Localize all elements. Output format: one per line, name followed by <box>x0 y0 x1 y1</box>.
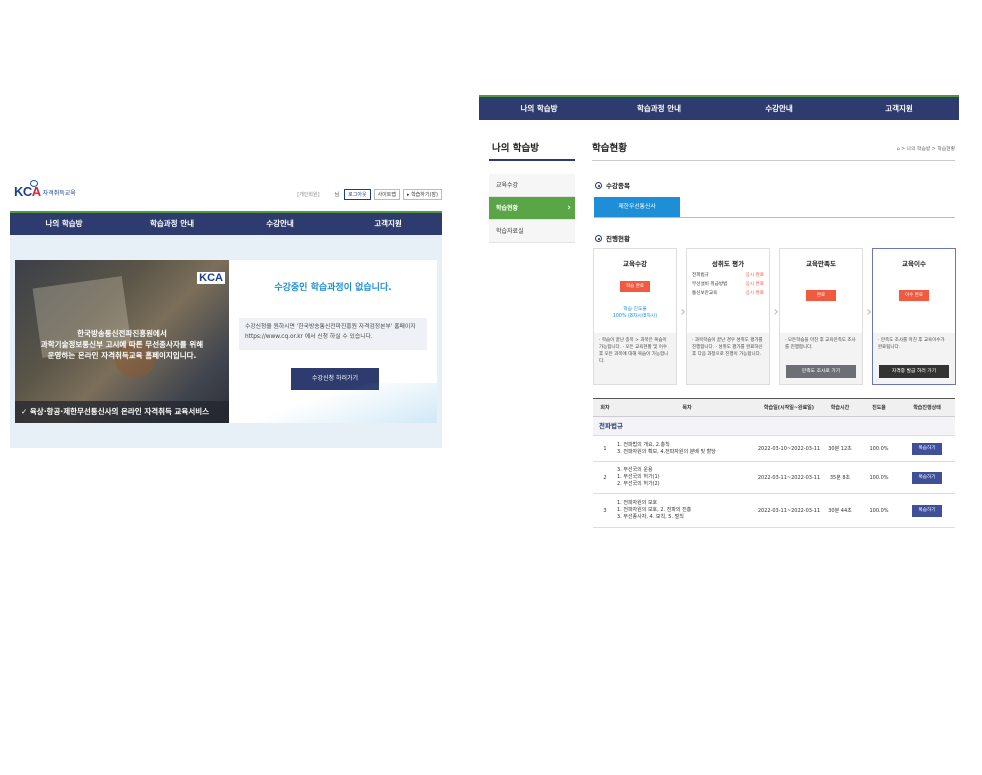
step-notes: · 만족도 조사를 마친 후 교육이수가 완료됩니다. 자격증 발급 하러 가기 <box>873 333 955 384</box>
step-title: 교육이수 <box>902 260 926 268</box>
review-button[interactable]: 복습하기 <box>912 471 942 484</box>
section-course: 수강종목 <box>595 180 630 190</box>
logo-subtitle: 자격취득교육 <box>42 190 76 197</box>
breadcrumb[interactable]: ⌂ > 나의 학습방 > 학습현황 <box>897 145 955 152</box>
nav-course-guide[interactable]: 학습과정 안내 <box>118 213 226 235</box>
title-divider <box>592 160 955 161</box>
sidebar-item-materials[interactable]: 학습자료실 <box>489 220 575 243</box>
evaluation-list: 전파법규 응시 완료 무선설비 취급방법 응시 완료 통신보안교육 응시 완료 <box>692 273 764 296</box>
sitemap-button[interactable]: 사이트맵 <box>373 189 400 200</box>
my-study-button[interactable]: ▸ 학습하기(잠) <box>402 189 442 200</box>
nav-my-study[interactable]: 나의 학습방 <box>479 97 599 120</box>
left-screenshot: KCA 자격취득교육 [개인회원] 님 로그아웃 사이트맵 ▸ 학습하기(잠) … <box>10 177 442 448</box>
decorative-wave <box>229 383 437 423</box>
banner-service-bar: ✓ 육상·항공·제한무선통신사의 온라인 자격취득 교육서비스 <box>15 401 229 423</box>
section-progress: 진행현황 <box>595 233 630 243</box>
step-completion: 교육이수 이수 완료 · 만족도 조사를 마친 후 교육이수가 완료됩니다. 자… <box>872 248 956 385</box>
greeting: 님 <box>334 192 340 198</box>
left-main-nav: 나의 학습방 학습과정 안내 수강안내 고객지원 <box>10 211 442 235</box>
nav-enroll-guide[interactable]: 수강안내 <box>719 97 839 120</box>
course-divider <box>594 217 955 218</box>
nav-course-guide[interactable]: 학습과정 안내 <box>599 97 719 120</box>
review-button[interactable]: 복습하기 <box>912 504 942 517</box>
banner-kca-logo: KCA <box>197 272 225 284</box>
logo-emblem-icon <box>30 180 38 187</box>
status-badge: 완료 <box>806 290 836 301</box>
table-row: 2 3. 무선국의 운용 1. 무선국의 허가(1) 2. 무선국의 허가(2)… <box>593 462 955 494</box>
banner-text: 한국방송통신전파진흥원에서 과학기술정보통신부 고시에 따른 무선종사자를 위해… <box>40 329 204 360</box>
right-main-nav: 나의 학습방 학습과정 안내 수강안내 고객지원 <box>479 95 959 120</box>
sidebar-item-course[interactable]: 교육수강 <box>489 174 575 197</box>
enroll-info-text: 수강신청을 원하시면 '한국방송통신전파진흥원 자격검정본부' 홈페이지 htt… <box>239 318 427 350</box>
table-header: 회차 목차 학습일(시작일~완료일) 학습시간 진도율 학습진행상태 <box>593 398 955 417</box>
left-main-area: KCA 한국방송통신전파진흥원에서 과학기술정보통신부 고시에 따른 무선종사자… <box>10 235 442 448</box>
nav-support[interactable]: 고객지원 <box>334 213 442 235</box>
progress-rate: 학습 진도율 100% (8차시/8차시) <box>612 307 658 319</box>
bullet-circle-icon <box>595 235 602 242</box>
table-row: 1 1. 전파법의 개요, 2.총칙 3. 전파자원의 확보, 4.전파자원의 … <box>593 436 955 462</box>
step-notes: · 모든학습을 마친 후 교육만족도 조사를 진행합니다. 만족도 조사로 가기 <box>780 333 862 384</box>
nav-my-study[interactable]: 나의 학습방 <box>10 213 118 235</box>
step-title: 교육만족도 <box>806 260 836 268</box>
table-group-title: 전파법규 <box>593 417 955 436</box>
step-title: 성취도 평가 <box>711 260 745 268</box>
step-evaluation: 성취도 평가 전파법규 응시 완료 무선설비 취급방법 응시 완료 통신보안교육 응시… <box>686 248 770 385</box>
banner-image: KCA 한국방송통신전파진흥원에서 과학기술정보통신부 고시에 따른 무선종사자… <box>15 260 229 423</box>
bullet-circle-icon <box>595 182 602 189</box>
progress-steps: 교육수강 학습 완료 학습 진도율 100% (8차시/8차시) · 학습이 끝… <box>593 248 956 385</box>
member-type: [개인회원] <box>297 192 320 198</box>
survey-button[interactable]: 만족도 조사로 가기 <box>786 365 856 378</box>
review-button[interactable]: 복습하기 <box>912 442 942 455</box>
course-tab[interactable]: 제한무선통신사 <box>594 197 680 217</box>
step-course: 교육수강 학습 완료 학습 진도율 100% (8차시/8차시) · 학습이 끝… <box>593 248 677 385</box>
certificate-button[interactable]: 자격증 발급 하러 가기 <box>879 365 949 378</box>
step-title: 교육수강 <box>623 260 647 268</box>
lesson-contents: 1. 전파법의 개요, 2.총칙 3. 전파자원의 확보, 4.전파자원의 분배… <box>617 441 716 455</box>
step-satisfaction: 교육만족도 완료 · 모든학습을 마친 후 교육만족도 조사를 진행합니다. 만… <box>779 248 863 385</box>
nav-enroll-guide[interactable]: 수강안내 <box>226 213 334 235</box>
table-row: 3 1. 전파자원의 보호 1. 전파자원의 보호, 2. 전파의 진흥 3. … <box>593 494 955 528</box>
sidebar-divider <box>489 159 575 161</box>
logout-button[interactable]: 로그아웃 <box>344 189 371 200</box>
lesson-contents: 1. 전파자원의 보호 1. 전파자원의 보호, 2. 전파의 진흥 3. 무선… <box>617 500 692 520</box>
lesson-table: 회차 목차 학습일(시작일~완료일) 학습시간 진도율 학습진행상태 전파법규 … <box>593 398 955 528</box>
kca-logo[interactable]: KCA 자격취득교육 <box>14 180 76 198</box>
no-course-heading: 수강중인 학습과정이 없습니다. <box>274 283 392 293</box>
status-badge: 학습 완료 <box>620 281 650 292</box>
sidebar-menu: 교육수강 학습현황 학습자료실 <box>489 174 575 243</box>
page-title: 학습현황 <box>592 143 627 154</box>
nav-support[interactable]: 고객지원 <box>839 97 959 120</box>
sidebar-item-status[interactable]: 학습현황 <box>489 197 575 220</box>
top-links: [개인회원] 님 로그아웃 사이트맵 ▸ 학습하기(잠) <box>297 189 442 200</box>
status-badge: 이수 완료 <box>899 290 929 301</box>
left-top-bar: KCA 자격취득교육 [개인회원] 님 로그아웃 사이트맵 ▸ 학습하기(잠) <box>10 177 442 209</box>
right-screenshot: 나의 학습방 학습과정 안내 수강안내 고객지원 나의 학습방 교육수강 학습현… <box>479 95 959 537</box>
step-notes: · 학습이 끝난 종목 > 과목은 복습이 가능합니다. · 모든 교육현황 및… <box>594 333 676 384</box>
sidebar-title: 나의 학습방 <box>492 143 540 154</box>
lesson-contents: 3. 무선국의 운용 1. 무선국의 허가(1) 2. 무선국의 허가(2) <box>617 467 660 487</box>
step-notes: · 과목학습이 끝난 경우 성취도 평가를 진행합니다. · 성취도 평가를 완… <box>687 333 769 384</box>
